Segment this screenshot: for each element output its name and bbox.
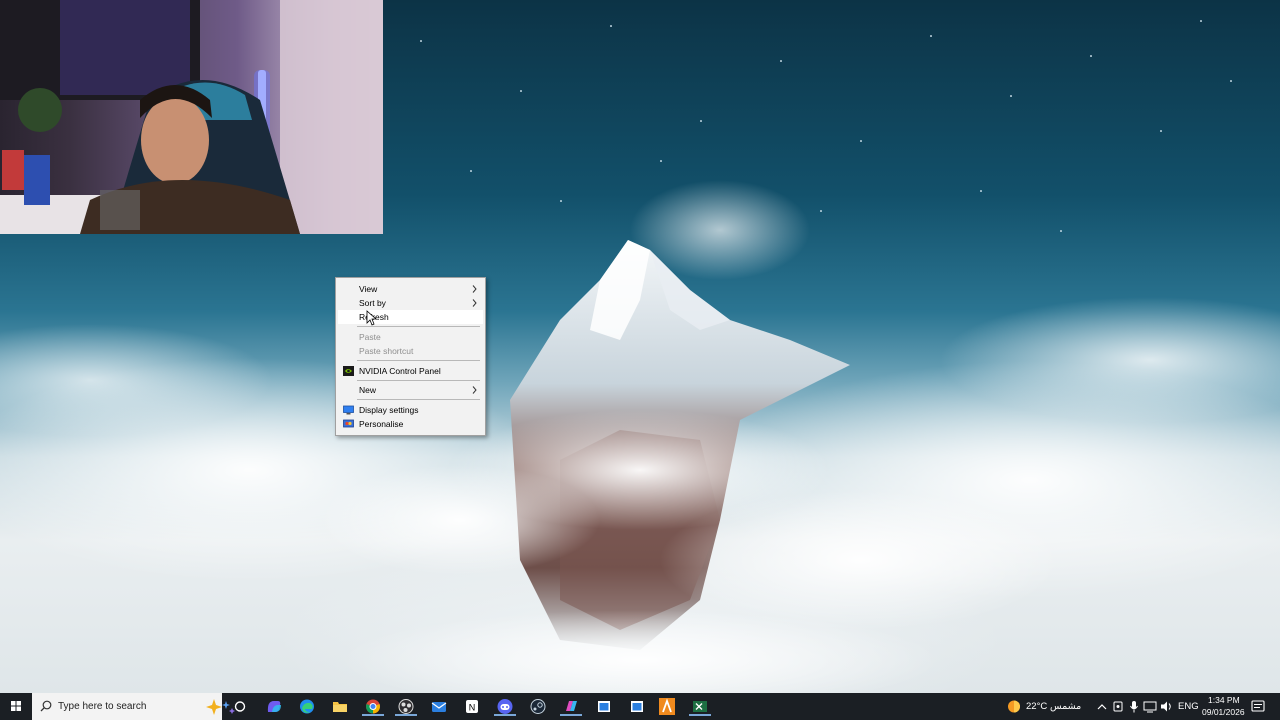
- microphone-icon[interactable]: [1128, 693, 1140, 720]
- menu-separator: [357, 326, 480, 327]
- mouse-cursor-icon: [366, 310, 376, 326]
- menu-item-label: New: [359, 385, 377, 395]
- weather-sun-icon[interactable]: [1005, 693, 1023, 720]
- personalise-icon: [343, 419, 354, 428]
- menu-item-label: Personalise: [359, 419, 404, 429]
- clock-time: 1:34 PM: [1208, 695, 1240, 705]
- menu-item-new[interactable]: New: [338, 383, 483, 397]
- window-app-icon[interactable]: [593, 697, 615, 716]
- device-icon[interactable]: [1112, 693, 1124, 720]
- language-indicator[interactable]: ENG: [1178, 701, 1199, 712]
- clock-date: 09/01/2026: [1202, 707, 1245, 717]
- search-box[interactable]: Type here to search: [32, 693, 235, 720]
- window-app-icon[interactable]: [626, 697, 648, 716]
- clock[interactable]: 1:34 PM 09/01/2026: [1198, 693, 1245, 720]
- weather-condition[interactable]: مشمس: [1050, 701, 1082, 712]
- menu-item-refresh[interactable]: Refresh: [338, 310, 483, 324]
- copilot-icon[interactable]: [263, 697, 285, 716]
- menu-item-display-settings[interactable]: Display settings: [338, 403, 483, 417]
- notifications-icon[interactable]: [1250, 693, 1266, 720]
- cortana-icon[interactable]: [229, 697, 251, 716]
- edge-icon[interactable]: [296, 697, 318, 716]
- menu-item-nvidia-control-panel[interactable]: NVIDIA Control Panel: [338, 364, 483, 378]
- taskbar: Type here to search N 22°C مشمس ENG 1:34…: [0, 693, 1280, 720]
- menu-item-paste-shortcut[interactable]: Paste shortcut: [338, 344, 483, 358]
- menu-separator: [357, 360, 480, 361]
- search-placeholder: Type here to search: [58, 701, 147, 712]
- chrome-icon[interactable]: [362, 697, 384, 716]
- desktop-context-menu: View Sort by Refresh Paste Paste shortcu…: [335, 277, 486, 436]
- menu-item-label: Paste: [359, 332, 381, 342]
- menu-item-paste[interactable]: Paste: [338, 330, 483, 344]
- chevron-up-icon[interactable]: [1096, 693, 1108, 720]
- menu-item-view[interactable]: View: [338, 282, 483, 296]
- menu-separator: [357, 399, 480, 400]
- excel-icon[interactable]: [689, 697, 711, 716]
- menu-separator: [357, 380, 480, 381]
- webcam-scene-illustration: [0, 0, 383, 234]
- menu-item-label: NVIDIA Control Panel: [359, 366, 441, 376]
- svg-text:N: N: [469, 703, 476, 713]
- chevron-right-icon: [472, 386, 477, 394]
- menu-item-label: Display settings: [359, 405, 419, 415]
- start-button[interactable]: [0, 693, 32, 720]
- menu-item-label: Sort by: [359, 298, 386, 308]
- network-icon[interactable]: [1143, 693, 1157, 720]
- microsoft365-icon[interactable]: [560, 697, 582, 716]
- discord-icon[interactable]: [494, 697, 516, 716]
- menu-item-sort-by[interactable]: Sort by: [338, 296, 483, 310]
- webcam-overlay: [0, 0, 383, 234]
- chevron-right-icon: [472, 285, 477, 293]
- nvidia-icon: [343, 366, 354, 376]
- chevron-right-icon: [472, 299, 477, 307]
- menu-item-personalise[interactable]: Personalise: [338, 417, 483, 431]
- mail-icon[interactable]: [428, 697, 450, 716]
- editor-app-icon[interactable]: [656, 697, 678, 716]
- obs-icon[interactable]: [395, 697, 417, 716]
- steam-icon[interactable]: [527, 697, 549, 716]
- menu-item-label: View: [359, 284, 378, 294]
- notion-icon[interactable]: N: [461, 697, 483, 716]
- file-explorer-icon[interactable]: [329, 697, 351, 716]
- weather-temperature[interactable]: 22°C: [1026, 701, 1047, 712]
- search-icon: [40, 700, 52, 712]
- windows-logo-icon: [11, 701, 21, 711]
- volume-icon[interactable]: [1159, 693, 1173, 720]
- menu-item-label: Paste shortcut: [359, 346, 414, 356]
- display-icon: [343, 405, 354, 415]
